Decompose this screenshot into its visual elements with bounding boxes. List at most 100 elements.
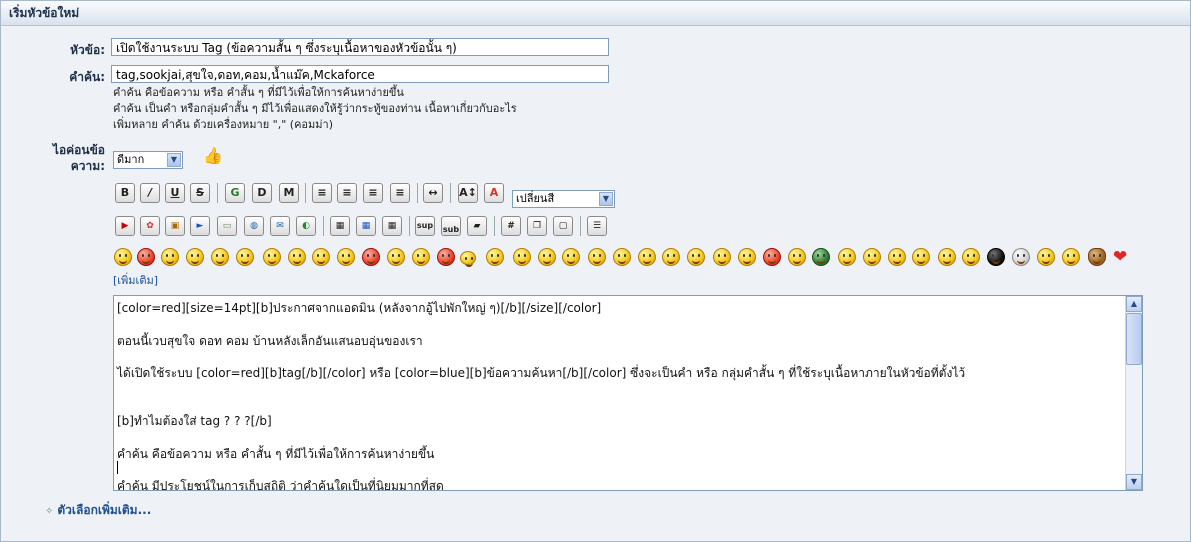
laugh2-icon[interactable] bbox=[738, 248, 756, 266]
kiss-icon[interactable] bbox=[312, 248, 330, 266]
message-editor[interactable]: [color=red][size=14pt][b]ประกาศจากแอดมิน… bbox=[113, 295, 1143, 491]
scroll-thumb[interactable] bbox=[1126, 313, 1142, 365]
zombie-icon[interactable] bbox=[1037, 248, 1055, 266]
shocked-icon[interactable] bbox=[437, 248, 455, 266]
flash-icon[interactable]: ✿ bbox=[140, 216, 160, 236]
scared-icon[interactable] bbox=[912, 248, 930, 266]
email-icon[interactable]: ✉ bbox=[270, 216, 290, 236]
poop-icon[interactable] bbox=[1088, 248, 1106, 266]
heart-icon[interactable] bbox=[1112, 247, 1130, 267]
superscript-button[interactable]: sup bbox=[415, 216, 435, 236]
message-icon-select[interactable]: ดีมาก ▼ bbox=[113, 151, 183, 169]
happy-icon[interactable] bbox=[788, 248, 806, 266]
font-size-button[interactable]: A↕ bbox=[458, 183, 478, 203]
font-color-button[interactable]: A bbox=[484, 183, 504, 203]
toolbar-divider bbox=[323, 216, 324, 236]
roll-icon[interactable] bbox=[562, 248, 580, 266]
blush-icon[interactable] bbox=[687, 248, 705, 266]
laugh-icon[interactable] bbox=[538, 248, 556, 266]
marquee-button[interactable]: M bbox=[279, 183, 299, 203]
wow-icon[interactable] bbox=[713, 248, 731, 266]
sleep-icon[interactable] bbox=[486, 248, 504, 266]
shadow-button[interactable]: D bbox=[252, 183, 272, 203]
angry-icon[interactable] bbox=[263, 248, 281, 266]
red-face-icon[interactable] bbox=[362, 248, 380, 266]
glow-button[interactable]: G bbox=[225, 183, 245, 203]
editor-scrollbar[interactable]: ▲ ▼ bbox=[1125, 296, 1142, 490]
mellow-icon[interactable] bbox=[1062, 248, 1080, 266]
black-face-icon[interactable] bbox=[987, 248, 1005, 266]
cry2-icon[interactable] bbox=[888, 248, 906, 266]
media-icon[interactable]: ▣ bbox=[165, 216, 185, 236]
grin2-icon[interactable] bbox=[662, 248, 680, 266]
message-icon-label: ไอค่อนข้อ ความ: bbox=[21, 142, 105, 174]
subscript-button[interactable]: sub bbox=[441, 216, 461, 236]
skull-icon[interactable] bbox=[1012, 248, 1030, 266]
tags-input[interactable]: tag,sookjai,สุขใจ,ดอท,คอม,น้ำแม๊ค,Mckafo… bbox=[111, 65, 609, 83]
ftp-icon[interactable]: ◐ bbox=[296, 216, 316, 236]
subject-label: หัวข้อ: bbox=[70, 43, 105, 57]
chevron-down-icon: ▼ bbox=[599, 192, 613, 206]
wink-icon[interactable] bbox=[161, 248, 179, 266]
tongue-icon[interactable] bbox=[513, 248, 531, 266]
code-button[interactable]: # bbox=[501, 216, 521, 236]
italic-button[interactable]: / bbox=[140, 183, 160, 203]
globe-icon[interactable]: ◍ bbox=[244, 216, 264, 236]
panel-title: เริ่มหัวข้อใหม่ bbox=[1, 1, 1190, 26]
message-icon-label-line2: ความ: bbox=[70, 159, 105, 173]
toolbar-divider bbox=[494, 216, 495, 236]
lipsrsealed-icon[interactable] bbox=[387, 248, 405, 266]
huh-icon[interactable] bbox=[288, 248, 306, 266]
table-cell-icon[interactable]: ▦ bbox=[382, 216, 402, 236]
smiley-icon[interactable] bbox=[114, 248, 132, 266]
align-justify-button[interactable]: ≡ bbox=[363, 183, 383, 203]
editor-line: ตอนนี้เวบสุขใจ ดอท คอม บ้านหลังเล็กอันแส… bbox=[117, 334, 423, 348]
sad-icon[interactable] bbox=[460, 251, 476, 267]
sigh-icon[interactable] bbox=[962, 248, 980, 266]
smile-icon[interactable] bbox=[613, 248, 631, 266]
play-icon[interactable]: ► bbox=[190, 216, 210, 236]
editor-line: คำค้น มีประโยชน์ในการเก็บสถิติ ว่าคำค้นใ… bbox=[117, 479, 444, 491]
undecided-icon[interactable] bbox=[412, 248, 430, 266]
cool-icon[interactable] bbox=[211, 248, 229, 266]
additional-options-label: ตัวเลือกเพิ่มเติม... bbox=[57, 503, 152, 517]
cheesy-icon[interactable] bbox=[137, 248, 155, 266]
toolbar-divider bbox=[417, 183, 418, 203]
cheeky-icon[interactable] bbox=[863, 248, 881, 266]
align-center-button[interactable]: ≡ bbox=[337, 183, 357, 203]
cry-icon[interactable] bbox=[588, 248, 606, 266]
surprised-icon[interactable] bbox=[638, 248, 656, 266]
youtube-icon[interactable]: ▶ bbox=[115, 216, 135, 236]
crazy-icon[interactable] bbox=[763, 248, 781, 266]
list-icon[interactable]: ☰ bbox=[587, 216, 607, 236]
post-form-panel: เริ่มหัวข้อใหม่ หัวข้อ: เปิดใช้งานระบบ T… bbox=[0, 0, 1191, 542]
quote-icon[interactable]: ❐ bbox=[527, 216, 547, 236]
editor-line: ได้เปิดใช้ระบบ [color=red][b]tag[/b][/co… bbox=[117, 366, 966, 380]
scroll-down-icon[interactable]: ▼ bbox=[1126, 474, 1142, 490]
table-row-icon[interactable]: ▦ bbox=[356, 216, 376, 236]
evil-icon[interactable] bbox=[938, 248, 956, 266]
bold-button[interactable]: B bbox=[115, 183, 135, 203]
image-icon[interactable]: ▭ bbox=[217, 216, 237, 236]
lol-icon[interactable] bbox=[838, 248, 856, 266]
scroll-up-icon[interactable]: ▲ bbox=[1126, 296, 1142, 312]
color-select[interactable]: เปลี่ยนสี ▼ bbox=[512, 190, 615, 208]
table-icon[interactable]: ▦ bbox=[330, 216, 350, 236]
embarrassed-icon[interactable] bbox=[337, 248, 355, 266]
shades-icon[interactable] bbox=[236, 248, 254, 266]
underline-button[interactable]: U bbox=[165, 183, 185, 203]
subject-input[interactable]: เปิดใช้งานระบบ Tag (ข้อความสั้น ๆ ซึ่งระ… bbox=[111, 38, 609, 56]
grin-icon[interactable] bbox=[186, 248, 204, 266]
spoiler-icon[interactable]: ▢ bbox=[553, 216, 573, 236]
align-right-button[interactable]: ≡ bbox=[390, 183, 410, 203]
teletype-icon[interactable]: ▰ bbox=[467, 216, 487, 236]
thumbs-up-icon: 👍 bbox=[203, 146, 223, 165]
message-icon-label-line1: ไอค่อนข้อ bbox=[52, 143, 105, 157]
toolbar-divider bbox=[409, 216, 410, 236]
horizontal-rule-button[interactable]: ↔ bbox=[423, 183, 443, 203]
strikethrough-button[interactable]: S bbox=[190, 183, 210, 203]
green-face-icon[interactable] bbox=[812, 248, 830, 266]
align-left-button[interactable]: ≡ bbox=[312, 183, 332, 203]
more-smileys-link[interactable]: [เพิ่มเติม] bbox=[113, 271, 158, 289]
additional-options-link[interactable]: ✧ ตัวเลือกเพิ่มเติม... bbox=[45, 501, 151, 520]
